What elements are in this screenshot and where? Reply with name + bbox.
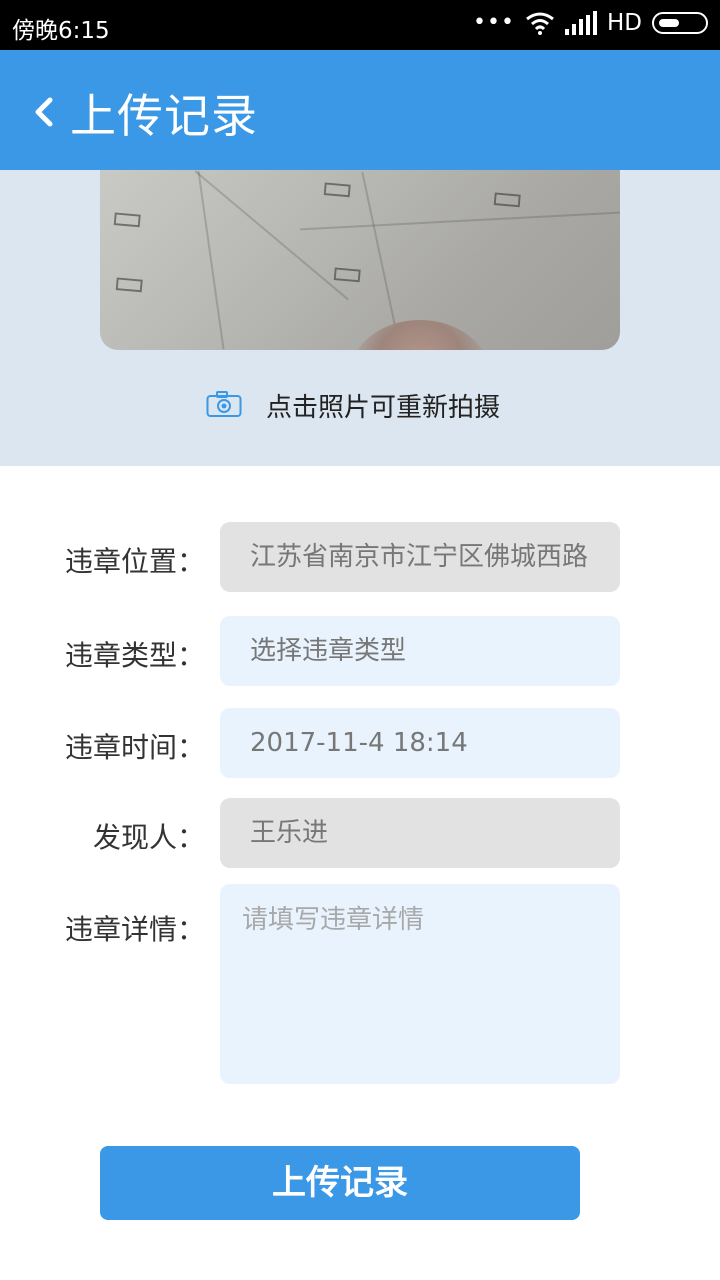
violation-photo[interactable]: ▯ ▯ ▯ ▯ ▯ xyxy=(100,170,620,350)
violation-time-field[interactable]: 2017-11-4 18:14 xyxy=(220,708,620,778)
details-label: 违章详情： xyxy=(64,913,205,946)
retake-hint: 点击照片可重新拍摄 xyxy=(0,385,720,425)
more-dots-icon: ••• xyxy=(473,10,515,35)
app-bar: 上传记录 xyxy=(0,50,720,170)
network-type: HD xyxy=(606,10,642,36)
camera-icon xyxy=(206,391,242,417)
type-label: 违章类型： xyxy=(64,639,205,672)
status-icons: ••• HD xyxy=(473,10,708,36)
time-label: 违章时间： xyxy=(64,731,205,764)
page-title: 上传记录 xyxy=(70,89,258,143)
details-textarea[interactable]: 请填写违章详情 xyxy=(220,884,620,1084)
wifi-icon xyxy=(526,12,554,35)
status-bar: 傍晚6:15 ••• HD xyxy=(0,0,720,50)
status-time: 傍晚6:15 xyxy=(12,18,110,44)
location-field: 江苏省南京市江宁区佛城西路 xyxy=(220,522,620,592)
violation-type-select[interactable]: 选择违章类型 xyxy=(220,616,620,686)
upload-button[interactable]: 上传记录 xyxy=(100,1146,580,1220)
back-arrow-icon[interactable] xyxy=(30,92,60,132)
finder-label: 发现人： xyxy=(92,821,205,854)
finder-field: 王乐进 xyxy=(220,798,620,868)
location-label: 违章位置： xyxy=(64,545,205,578)
signal-icon xyxy=(564,11,597,35)
battery-icon xyxy=(652,12,708,34)
retake-hint-text: 点击照片可重新拍摄 xyxy=(266,393,501,423)
photo-section: ▯ ▯ ▯ ▯ ▯ 点击照片可重新拍摄 xyxy=(0,170,720,466)
